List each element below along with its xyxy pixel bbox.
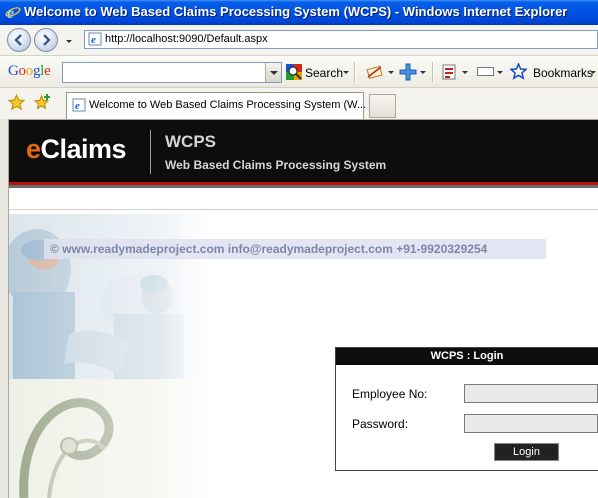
toolbar-separator (354, 62, 356, 82)
password-label: Password: (352, 417, 409, 431)
logo-e: e (26, 134, 41, 164)
google-search-input[interactable] (62, 62, 282, 83)
header-divider (150, 130, 151, 174)
page-rank-icon[interactable] (442, 63, 458, 81)
google-search-icon (286, 64, 302, 80)
bookmarks-dropdown-icon[interactable] (590, 71, 596, 74)
new-tab-button[interactable] (369, 94, 396, 118)
window-title: Welcome to Web Based Claims Processing S… (24, 4, 568, 19)
header-separator (9, 209, 598, 210)
page-icon: e (88, 32, 102, 46)
history-dropdown-icon[interactable] (66, 40, 72, 43)
search-options-icon[interactable] (343, 71, 349, 74)
employee-no-label: Employee No: (352, 387, 428, 401)
highlight-dropdown-icon[interactable] (497, 71, 503, 74)
back-button[interactable] (7, 28, 31, 52)
contact-info: © www.readymadeproject.com info@readymad… (50, 242, 488, 256)
app-subtitle: Web Based Claims Processing System (165, 158, 387, 172)
forward-button[interactable] (34, 28, 58, 52)
eclaims-logo[interactable]: eClaims (26, 134, 127, 165)
add-dropdown-icon[interactable] (420, 71, 426, 74)
bookmarks-button[interactable]: Bookmarks (533, 66, 593, 80)
tab-label: Welcome to Web Based Claims Processing S… (89, 99, 367, 111)
toolbar-separator (432, 62, 434, 82)
svg-text:e: e (75, 100, 80, 112)
star-bookmark-icon (510, 63, 527, 80)
popup-blocker-icon[interactable] (366, 64, 384, 80)
add-button-icon[interactable] (399, 63, 417, 81)
window-frame (0, 119, 9, 498)
google-logo[interactable]: Google (8, 63, 51, 80)
login-button[interactable]: Login (494, 443, 559, 461)
address-url: http://localhost:9090/Default.aspx (105, 33, 268, 45)
google-search-dropdown[interactable] (265, 63, 281, 82)
password-input[interactable] (464, 414, 598, 433)
forward-arrow-icon (43, 34, 51, 46)
highlight-icon[interactable] (477, 67, 495, 77)
favorites-star-icon[interactable] (8, 94, 25, 111)
page-rank-dropdown-icon[interactable] (462, 71, 468, 74)
google-search-button[interactable]: Search (305, 66, 343, 80)
app-title: WCPS (165, 132, 216, 151)
logo-claims: Claims (40, 134, 127, 164)
ie-logo-icon: e (5, 5, 21, 20)
header-shadow-line (9, 185, 598, 188)
popup-dropdown-icon[interactable] (388, 71, 394, 74)
svg-text:e: e (91, 34, 96, 46)
employee-no-input[interactable] (464, 384, 598, 403)
login-title: WCPS : Login (430, 350, 504, 362)
tab-page-icon: e (72, 98, 86, 112)
svg-text:e: e (7, 5, 14, 20)
add-favorites-icon[interactable] (34, 94, 52, 111)
back-arrow-icon (14, 34, 22, 46)
